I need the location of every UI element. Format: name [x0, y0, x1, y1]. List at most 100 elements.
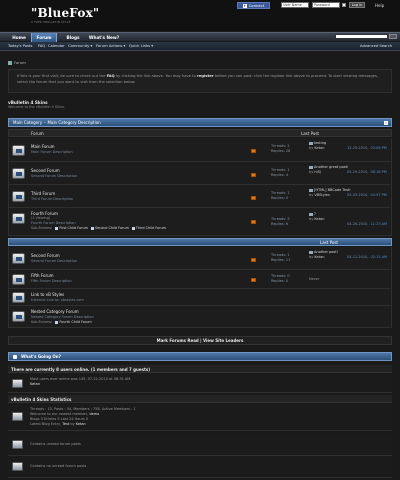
statistics-body: Threads : 15, Posts : 54, Members : 758,… [8, 404, 392, 431]
subforum-label: Sub-Forums: [31, 226, 53, 230]
search-button[interactable] [389, 34, 397, 39]
post-icon [309, 251, 313, 254]
forum-title[interactable]: Third Forum [31, 191, 55, 196]
collapse-icon[interactable] [384, 121, 388, 125]
latest-blog-author[interactable]: Ketan [76, 422, 86, 426]
rss-icon[interactable] [251, 220, 256, 224]
subforum-icon [55, 226, 59, 230]
forum-status-icon [12, 191, 25, 202]
legend-row: Contains no unread forum posts [8, 456, 392, 478]
tab-whats-new[interactable]: What's New? [88, 33, 120, 42]
reply-count: Replies: 28 [271, 149, 291, 153]
forum-row: Main Forum Main Forum Description Thread… [8, 138, 392, 162]
tab-forum[interactable]: Forum [31, 33, 57, 42]
subforum-link[interactable]: Second Child Forum [90, 226, 129, 230]
forum-title[interactable]: Nested Category Forum [31, 309, 79, 314]
category-header-main[interactable]: Main Category - Main Category Descriptio… [8, 118, 392, 127]
forum-status-icon [12, 145, 25, 156]
subforum-label: Sub-Forums: [31, 320, 53, 324]
faq-link[interactable]: FAQ [107, 74, 115, 78]
subforum-list: Sub-Forums: Fourth Child Forum [31, 320, 92, 324]
subnav-quick-links[interactable]: Quick Links ▾ [129, 44, 153, 48]
last-post-never: Never [309, 277, 320, 281]
online-user[interactable]: Ketan [30, 382, 40, 386]
info-icon [13, 355, 17, 359]
last-post-user[interactable]: Ketan [314, 255, 324, 259]
last-post-time: 04:57 PM [370, 193, 387, 197]
forum-title[interactable]: Second Forum [31, 253, 60, 258]
category-title[interactable]: Main Category [13, 120, 42, 125]
last-post-user[interactable]: Ketan [314, 217, 324, 221]
forum-viewing-count: (1 Viewing) [31, 216, 51, 220]
last-post-date: 05-19-2010, [347, 170, 369, 174]
last-post-user[interactable]: Ketan [314, 146, 324, 150]
forum-description: Fifth Forum Description [31, 279, 72, 283]
breadcrumb-forum[interactable]: Forum [14, 61, 26, 65]
link-icon [12, 292, 25, 303]
forum-title[interactable]: Fifth Forum [31, 273, 54, 278]
column-last-post: Last Post [320, 240, 338, 245]
advanced-search-link[interactable]: Advanced Search [360, 44, 392, 48]
rss-icon[interactable] [251, 258, 256, 262]
mark-forums-read-bar[interactable]: Mark Forums Read | View Site Leaders [8, 336, 392, 345]
last-post-user[interactable]: hiSj [314, 170, 320, 174]
tab-blogs[interactable]: Blogs [62, 33, 84, 42]
column-forum: Forum [31, 131, 44, 136]
legend-unread: Contains unread forum posts [30, 442, 81, 446]
rss-icon[interactable] [251, 173, 256, 177]
newest-member-link[interactable]: demo [89, 412, 99, 416]
forum-stats: Threads: 2 Replies: 28 [271, 144, 290, 154]
rss-icon[interactable] [251, 149, 256, 153]
online-users-heading[interactable]: There are currently 8 users online. (1 m… [8, 365, 392, 373]
subnav-forum-actions[interactable]: Forum Actions ▾ [96, 44, 125, 48]
rss-icon[interactable] [251, 196, 256, 200]
facebook-connect-button[interactable]: f Connect [237, 2, 270, 9]
last-post-user[interactable]: VBStyles [314, 193, 329, 197]
last-post: Another great post! by hiSj 05-19-2010, 0… [309, 165, 387, 175]
subnav-todays-posts[interactable]: Today's Posts [8, 44, 32, 48]
subnav-calendar[interactable]: Calendar [48, 44, 65, 48]
username-input[interactable]: User Name [281, 2, 309, 8]
legend-read: Contains no unread forum posts [30, 464, 87, 468]
subforum-link[interactable]: Third Child Forum [131, 226, 166, 230]
login-button[interactable]: Log in [349, 2, 365, 8]
post-icon [309, 213, 313, 216]
forum-row: Link to vB Styles External Link to: vbst… [8, 289, 392, 306]
forum-stats: Threads: 1 Replies: 0 [271, 191, 290, 201]
legend-row: Contains unread forum posts [8, 434, 392, 456]
subforum-list: Sub-Forums: First Child Forum Second Chi… [31, 226, 166, 230]
subnav-community[interactable]: Community ▾ [68, 44, 92, 48]
rss-icon[interactable] [251, 278, 256, 282]
subforum-link[interactable]: Fourth Child Forum [55, 320, 92, 324]
subnav-faq[interactable]: FAQ [38, 44, 45, 48]
help-link[interactable]: Help [375, 3, 384, 8]
subforum-link[interactable]: First Child Forum [55, 226, 88, 230]
last-post-time: 03:06 PM [370, 146, 387, 150]
logo-title: "BlueFox" [31, 6, 100, 20]
register-link[interactable]: register [197, 74, 214, 78]
column-last-post: Last Post [301, 131, 319, 136]
logo-subtitle: A FREE VBULLETIN STYLE [31, 21, 71, 24]
tab-home[interactable]: Home [8, 33, 30, 42]
forum-title[interactable]: Second Forum [31, 168, 60, 173]
last-post-date: 12-25-2010, [347, 146, 369, 150]
forum-title[interactable]: Link to vB Styles [31, 292, 64, 297]
forum-description: Second Forum Description [31, 259, 78, 263]
whats-going-on-header[interactable]: What's Going On? [8, 352, 392, 361]
password-input[interactable]: Password [312, 2, 340, 8]
forum-stats: Threads: 5 Replies: 6 [271, 217, 290, 227]
post-icon [309, 189, 313, 192]
last-post: testing by Ketan 12-25-2010, 03:06 PM [309, 141, 387, 151]
forum-status-icon [12, 253, 25, 264]
notice-text: before you can post: click the register … [213, 74, 358, 78]
forum-description: Third Forum Description [31, 197, 74, 201]
home-icon[interactable] [8, 61, 12, 65]
notice-text: If this is your first visit, be sure to … [17, 74, 107, 78]
forum-row: Second Forum Second Forum Description Th… [8, 247, 392, 270]
forum-title[interactable]: Main Forum [31, 144, 55, 149]
search-input[interactable] [335, 34, 388, 39]
last-post-by: by [309, 146, 314, 150]
remember-me-checkbox[interactable] [342, 3, 346, 7]
forum-status-icon [12, 311, 25, 322]
site-logo[interactable]: "BlueFox" A FREE VBULLETIN STYLE [31, 6, 99, 24]
